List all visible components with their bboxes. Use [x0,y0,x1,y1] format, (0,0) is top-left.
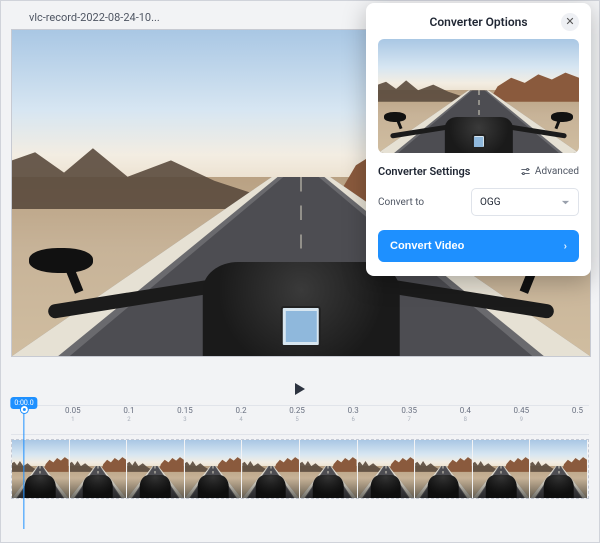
panel-title: Converter Options [430,15,528,29]
timeline-frame[interactable] [185,440,243,498]
ruler-tick: 0.48 [460,406,471,423]
ruler-tick-label: 0.45 [514,406,530,415]
filename-label: vlc-record-2022-08-24-10... [29,11,160,24]
ruler-tick-sub: 3 [177,416,193,423]
close-icon[interactable]: ✕ [561,13,579,31]
transport-bar [11,377,589,401]
timeline-frame[interactable] [415,440,473,498]
convert-to-label: Convert to [378,197,424,208]
ruler-tick: 0.051 [65,406,81,423]
ruler-tick-label: 0.2 [235,406,246,415]
ruler-tick-label: 0.15 [177,406,193,415]
timeline-frame[interactable] [127,440,185,498]
timeline-frame[interactable] [358,440,416,498]
ruler-tick: 0.24 [235,406,246,423]
timeline-ruler[interactable]: 0:00.0 0.0510.120.1530.240.2550.360.3570… [11,405,589,435]
ruler-tick: 0.36 [348,406,359,423]
settings-heading: Converter Settings [378,165,470,178]
ruler-tick-sub: 6 [348,416,359,423]
ruler-tick: 0.5 [572,406,583,416]
timeline-frame[interactable] [242,440,300,498]
timeline-frame[interactable] [70,440,128,498]
ruler-tick: 0.357 [401,406,417,423]
playhead[interactable]: 0:00.0 [10,397,37,529]
format-selected-value: OGG [480,197,501,208]
sliders-icon [520,166,531,177]
ruler-tick-sub: 5 [289,416,305,423]
ruler-tick: 0.255 [289,406,305,423]
format-select[interactable]: OGG [471,188,579,216]
ruler-tick: 0.459 [514,406,530,423]
panel-thumbnail [378,39,579,153]
timeline-frame[interactable] [530,440,588,498]
play-icon[interactable] [295,383,305,395]
ruler-tick-label: 0.4 [460,406,471,415]
app-frame: vlc-record-2022-08-24-10... Converter Op… [0,0,600,543]
ruler-tick-label: 0.25 [289,406,305,415]
ruler-tick: 0.12 [123,406,134,423]
timeline-frame[interactable] [473,440,531,498]
ruler-tick-label: 0.3 [348,406,359,415]
chevron-down-icon [561,198,570,207]
ruler-tick-sub: 2 [123,416,134,423]
arrow-right-icon: › [564,241,567,252]
ruler-tick-sub: 4 [235,416,246,423]
ruler-tick-sub: 7 [401,416,417,423]
convert-video-button[interactable]: Convert Video › [378,230,579,262]
timeline-frames-strip[interactable] [11,439,589,499]
advanced-label: Advanced [535,166,579,177]
ruler-tick-sub: 9 [514,416,530,423]
converter-options-panel: Converter Options ✕ C [366,3,591,276]
cta-label: Convert Video [390,240,464,252]
ruler-tick-label: 0.35 [401,406,417,415]
ruler-tick-label: 0.05 [65,406,81,415]
ruler-tick-label: 0.5 [572,406,583,415]
ruler-tick: 0.153 [177,406,193,423]
advanced-link[interactable]: Advanced [520,166,579,177]
ruler-tick-sub: 8 [460,416,471,423]
timeline-frame[interactable] [300,440,358,498]
ruler-tick-label: 0.1 [123,406,134,415]
ruler-tick-sub: 1 [65,416,81,423]
